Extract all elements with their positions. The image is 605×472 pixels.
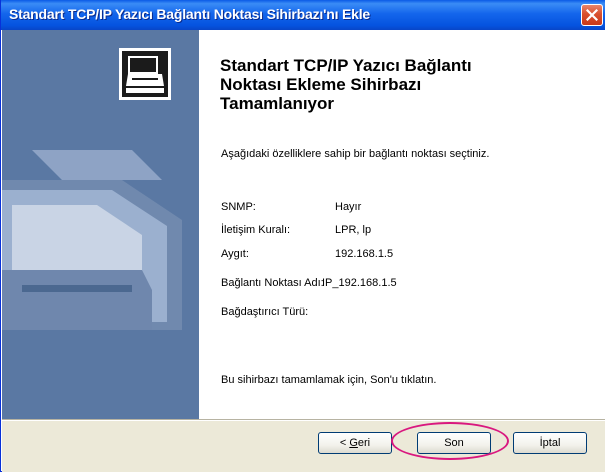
cancel-button[interactable]: İptal <box>513 432 587 454</box>
back-button[interactable]: < Geri <box>318 432 392 454</box>
page-title-line: Tamamlanıyor <box>220 94 335 113</box>
page-title-line: Standart TCP/IP Yazıcı Bağlantı <box>220 56 472 75</box>
printer-icon <box>119 48 171 100</box>
property-value-snmp: Hayır <box>335 201 362 213</box>
property-label-adapter-type: Bağdaştırıcı Türü: <box>221 306 309 318</box>
property-label-snmp: SNMP: <box>221 201 256 213</box>
wizard-window: Standart TCP/IP Yazıcı Bağlantı Noktası … <box>0 0 605 472</box>
page-title-line: Noktası Ekleme Sihirbazı <box>220 75 422 94</box>
footer-divider <box>2 420 605 421</box>
property-value-device: 192.168.1.5 <box>335 248 394 260</box>
property-label-port-name: Bağlantı Noktası Adı: <box>221 277 324 289</box>
finish-instruction: Bu sihirbazı tamamlamak için, Son'u tıkl… <box>221 374 437 386</box>
page-title: Standart TCP/IP Yazıcı Bağlantı Noktası … <box>220 56 580 113</box>
property-label-protocol: İletişim Kuralı: <box>221 224 291 236</box>
window-title: Standart TCP/IP Yazıcı Bağlantı Noktası … <box>9 6 370 22</box>
back-button-prefix: < <box>339 437 350 449</box>
printer-illustration <box>2 48 182 419</box>
title-bar[interactable]: Standart TCP/IP Yazıcı Bağlantı Noktası … <box>1 0 605 30</box>
button-bar: < Geri Son İptal <box>2 419 605 472</box>
property-value-protocol: LPR, lp <box>335 224 372 236</box>
wizard-content: Standart TCP/IP Yazıcı Bağlantı Noktası … <box>199 30 605 419</box>
intro-text: Aşağıdaki özelliklere sahip bir bağlantı… <box>221 148 490 160</box>
close-button[interactable] <box>581 4 603 26</box>
close-icon <box>586 9 598 21</box>
property-label-device: Aygıt: <box>221 248 249 260</box>
finish-button-highlight <box>391 422 509 460</box>
back-button-accel: G <box>349 437 358 449</box>
wizard-side-panel <box>2 30 199 419</box>
property-value-port-name: IP_192.168.1.5 <box>322 277 397 289</box>
back-button-label: eri <box>357 437 371 449</box>
